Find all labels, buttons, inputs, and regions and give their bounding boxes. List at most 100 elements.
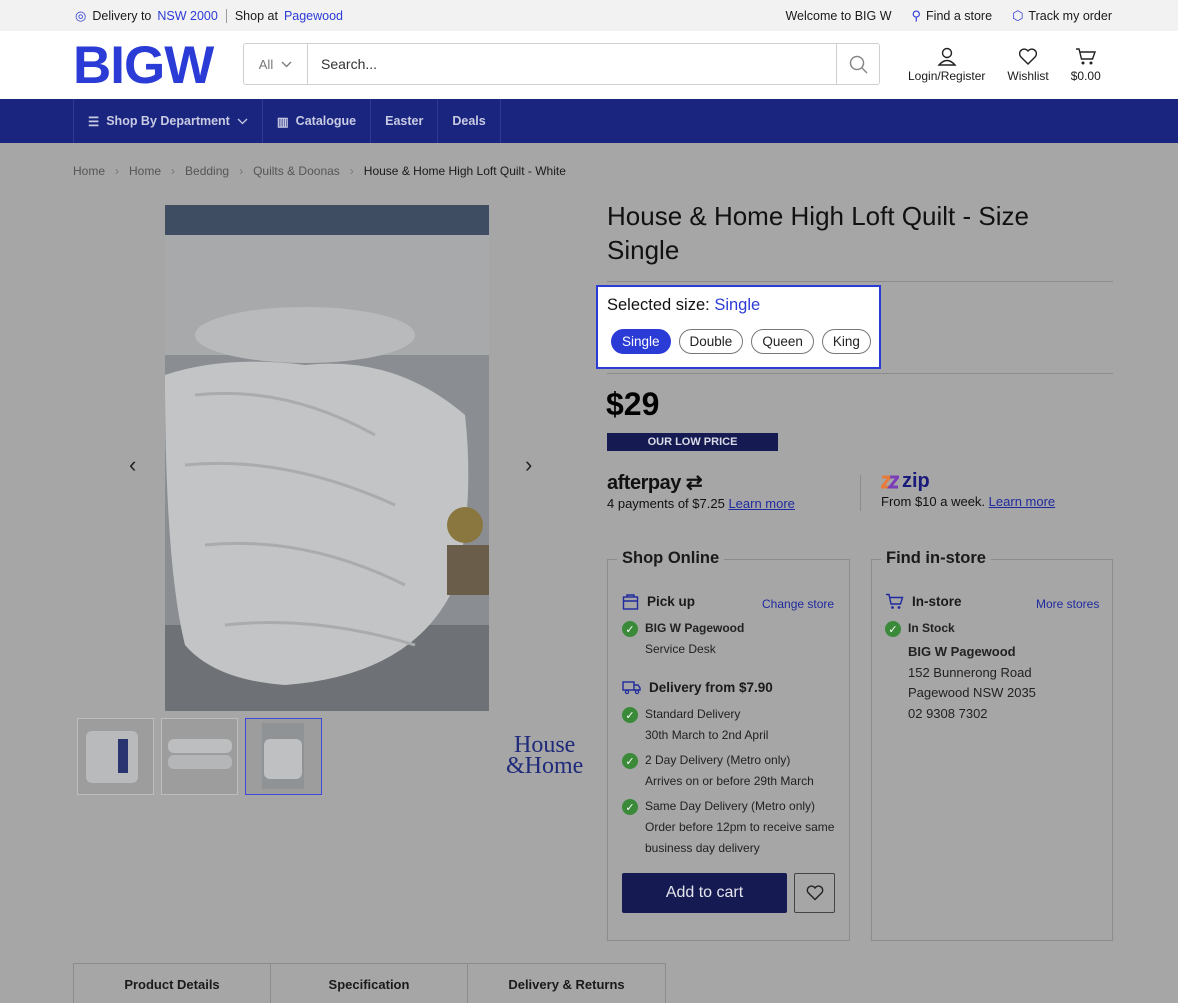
user-icon bbox=[937, 47, 957, 66]
store-name: BIG W Pagewood bbox=[908, 644, 1016, 659]
catalogue-icon: ▥ bbox=[276, 114, 289, 129]
check-icon: ✓ bbox=[622, 753, 638, 769]
more-stores-link[interactable]: More stores bbox=[1036, 597, 1099, 611]
zip-logo: zip bbox=[881, 470, 1055, 493]
thumbnail-image bbox=[262, 723, 304, 789]
breadcrumb-item[interactable]: Quilts & Doonas bbox=[253, 164, 340, 178]
chevron-down-icon bbox=[237, 118, 248, 124]
login-button[interactable]: Login/Register bbox=[908, 47, 985, 83]
store-address-line: 152 Bunnerong Road bbox=[908, 664, 1032, 680]
instore-header: In-store bbox=[885, 593, 962, 610]
low-price-badge: OUR LOW PRICE bbox=[607, 433, 778, 451]
thumbnail[interactable] bbox=[161, 718, 238, 795]
divider bbox=[607, 373, 1113, 374]
search-bar: All bbox=[243, 43, 880, 85]
add-to-cart-button[interactable]: Add to cart bbox=[622, 873, 787, 913]
thumbnail-selected[interactable] bbox=[245, 718, 322, 795]
shop-store-link[interactable]: Pagewood bbox=[284, 9, 343, 23]
selected-size-value: Single bbox=[714, 296, 761, 314]
pickup-title: Pick up bbox=[647, 594, 696, 609]
size-option-king[interactable]: King bbox=[821, 329, 871, 354]
afterpay-learn-more-link[interactable]: Learn more bbox=[728, 496, 794, 511]
cart-icon bbox=[1075, 48, 1096, 65]
nav-easter[interactable]: Easter bbox=[370, 99, 437, 143]
map-pin-icon: ⚲ bbox=[911, 8, 922, 23]
search-input[interactable] bbox=[308, 44, 836, 84]
bigw-logo[interactable]: BIGW bbox=[73, 39, 214, 92]
tab-specification[interactable]: Specification bbox=[271, 964, 468, 1003]
find-store-label: Find a store bbox=[926, 9, 993, 23]
track-order-link[interactable]: ⬡ Track my order bbox=[1012, 8, 1112, 24]
size-selector: Selected size: Single Single Double Quee… bbox=[596, 285, 881, 369]
find-instore-heading: Find in-store bbox=[881, 549, 991, 568]
product-main-image bbox=[165, 205, 489, 711]
divider bbox=[860, 475, 861, 511]
nav-shop-by-department[interactable]: ☰ Shop By Department bbox=[73, 99, 262, 143]
utility-bar: ◎ Delivery to NSW 2000 Shop at Pagewood … bbox=[0, 0, 1178, 31]
search-category-value: All bbox=[258, 56, 274, 72]
breadcrumb-item[interactable]: Home bbox=[73, 164, 105, 178]
size-option-single[interactable]: Single bbox=[611, 329, 671, 354]
cart-total: $0.00 bbox=[1070, 69, 1101, 83]
pickup-header: Pick up bbox=[622, 593, 695, 610]
truck-icon bbox=[622, 681, 641, 695]
wishlist-button[interactable]: Wishlist bbox=[1007, 47, 1049, 83]
tab-product-details[interactable]: Product Details bbox=[74, 964, 271, 1003]
chevron-right-icon: › bbox=[349, 164, 354, 178]
search-button[interactable] bbox=[836, 44, 879, 84]
breadcrumb-current: House & Home High Loft Quilt - White bbox=[363, 164, 566, 178]
find-instore-panel: Find in-store bbox=[871, 549, 1113, 941]
welcome-text: Welcome to BIG W bbox=[785, 9, 892, 23]
heart-icon bbox=[806, 885, 823, 901]
thumbnail-image bbox=[86, 731, 138, 783]
quilt-photo bbox=[165, 205, 489, 711]
menu-icon: ☰ bbox=[88, 114, 100, 129]
site-header: BIGW All Login/Register Wishlist $0.00 bbox=[0, 31, 1178, 99]
nav-label: Deals bbox=[452, 114, 486, 128]
chevron-right-icon: › bbox=[239, 164, 244, 178]
breadcrumb: Home › Home › Bedding › Quilts & Doonas … bbox=[73, 164, 566, 178]
house-and-home-logo[interactable]: House &Home bbox=[506, 733, 583, 778]
size-option-queen[interactable]: Queen bbox=[751, 329, 814, 354]
add-to-wishlist-button[interactable] bbox=[794, 873, 835, 913]
heart-icon bbox=[1018, 48, 1038, 65]
size-option-double[interactable]: Double bbox=[678, 329, 744, 354]
find-store-link[interactable]: ⚲ Find a store bbox=[912, 8, 993, 24]
location-target-icon: ◎ bbox=[75, 8, 87, 23]
wishlist-label: Wishlist bbox=[1007, 69, 1049, 83]
delivery-location-link[interactable]: NSW 2000 bbox=[157, 9, 217, 23]
breadcrumb-item[interactable]: Bedding bbox=[185, 164, 229, 178]
zip-icon bbox=[881, 475, 899, 488]
delivery-option-name: 2 Day Delivery (Metro only) bbox=[645, 753, 791, 767]
delivery-option-name: Same Day Delivery (Metro only) bbox=[645, 799, 816, 813]
afterpay-info: afterpay ⇄ 4 payments of $7.25 Learn mor… bbox=[607, 470, 795, 511]
chevron-right-icon: › bbox=[171, 164, 176, 178]
nav-catalogue[interactable]: ▥ Catalogue bbox=[261, 99, 370, 143]
product-tabs: Product Details Specification Delivery &… bbox=[73, 963, 666, 1003]
zip-brand: zip bbox=[902, 470, 930, 492]
breadcrumb-item[interactable]: Home bbox=[129, 164, 161, 178]
nav-label: Easter bbox=[385, 114, 424, 128]
store-address-line: Pagewood NSW 2035 bbox=[908, 685, 1036, 700]
shop-prefix: Shop at bbox=[234, 9, 278, 23]
product-title: House & Home High Loft Quilt - Size Sing… bbox=[607, 201, 1029, 265]
delivery-option-name: Standard Delivery bbox=[645, 707, 741, 721]
check-icon: ✓ bbox=[885, 621, 901, 637]
search-category-select[interactable]: All bbox=[244, 44, 308, 84]
cart-button[interactable]: $0.00 bbox=[1071, 47, 1101, 83]
zip-learn-more-link[interactable]: Learn more bbox=[989, 494, 1055, 509]
cart-icon bbox=[886, 593, 904, 609]
main-nav: ☰ Shop By Department ▥ Catalogue Easter … bbox=[0, 99, 1178, 143]
thumbnail[interactable] bbox=[77, 718, 154, 795]
next-image-button[interactable]: › bbox=[525, 452, 532, 478]
thumbnail-image bbox=[168, 739, 232, 769]
shopping-bag-icon bbox=[622, 594, 639, 610]
delivery-option-detail: 30th March to 2nd April bbox=[645, 728, 769, 742]
prev-image-button[interactable]: ‹ bbox=[129, 452, 136, 478]
search-icon bbox=[849, 55, 868, 74]
nav-deals[interactable]: Deals bbox=[437, 99, 501, 143]
check-icon: ✓ bbox=[622, 799, 638, 815]
change-store-link[interactable]: Change store bbox=[762, 597, 834, 611]
tab-delivery-returns[interactable]: Delivery & Returns bbox=[468, 964, 665, 1003]
chevron-right-icon: › bbox=[115, 164, 120, 178]
